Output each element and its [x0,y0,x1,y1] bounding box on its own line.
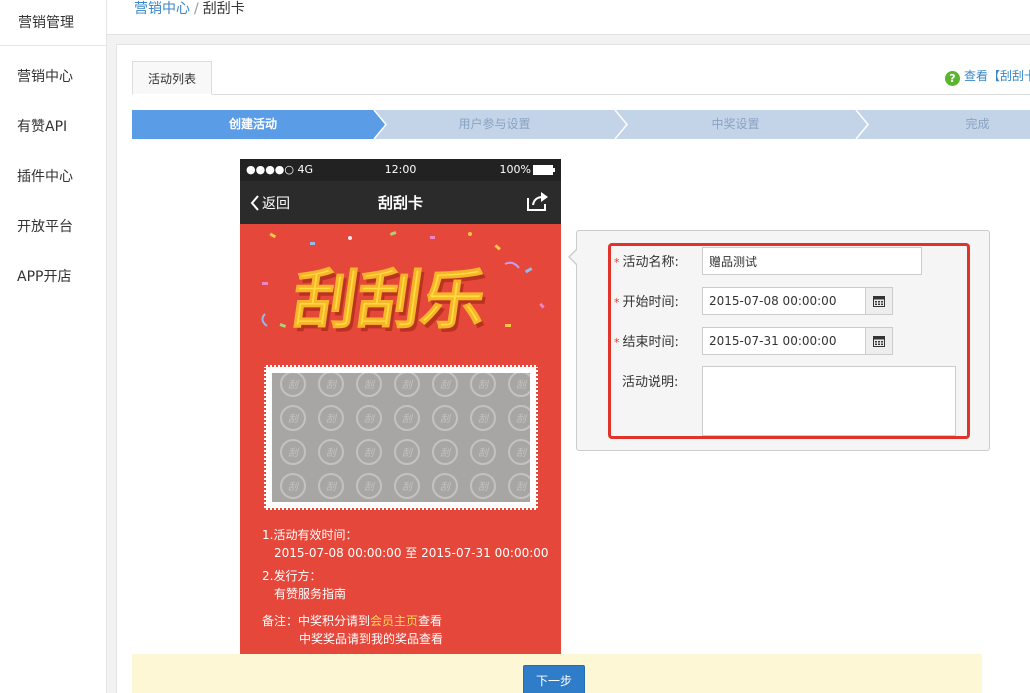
sidebar-header: 营销管理 [0,0,106,46]
tab-activity-list[interactable]: 活动列表 [132,61,212,95]
tab-divider [132,94,1030,95]
description-label: 活动说明: [622,375,679,390]
breadcrumb: 营销中心 / 刮刮卡 [107,0,1030,35]
step-participation-settings: 用户参与设置 [458,117,531,131]
battery-icon [533,165,555,178]
activity-name-label: * 活动名称: [614,255,679,270]
member-home-link[interactable]: 会员主页 [370,614,418,628]
info-period-value: 2015-07-08 00:00:00 至 2015-07-31 00:00:0… [274,546,549,560]
sidebar-item-marketing-center[interactable]: 营销中心 [0,46,106,96]
info-issuer-title: 2.发行方： [262,569,322,583]
scratch-coating: 刮 [272,373,530,502]
end-time-label: * 结束时间: [614,335,679,350]
end-time-input[interactable] [702,327,866,355]
sidebar-item-plugins[interactable]: 插件中心 [0,146,106,196]
info-note-line2: 中奖奖品请到我的奖品查看 [299,632,444,646]
banner-graphic: 刮刮乐 刮刮乐 [261,231,545,342]
info-note-label: 备注： [262,614,299,628]
scratch-area[interactable]: 刮 [264,365,538,510]
popover-arrow-inner [570,249,578,265]
breadcrumb-current: 刮刮卡 [202,1,245,17]
banner-title: 刮刮乐 [288,263,490,338]
question-icon: ? [945,71,960,86]
phone-title: 刮刮卡 [377,194,423,212]
scratch-pattern: 刮 [272,373,530,502]
description-textarea[interactable] [702,366,956,436]
next-step-button[interactable]: 下一步 [523,665,585,693]
calendar-icon[interactable] [865,287,893,315]
activity-name-input[interactable] [702,247,922,275]
info-issuer: 2.发行方： 有赞服务指南 [262,567,346,603]
calendar-icon[interactable] [865,327,893,355]
battery-percent: 100% [499,163,531,176]
breadcrumb-parent[interactable]: 营销中心 [134,1,190,17]
phone-status-bar: ●●●●○ 4G 12:00 100% [240,159,561,181]
sidebar: 营销管理 营销中心 有赞API 插件中心 开放平台 APP开店 [0,0,107,693]
required-mark: * [614,296,620,309]
info-period: 1.活动有效时间： 2015-07-08 00:00:00 至 2015-07-… [262,526,549,562]
start-time-label: * 开始时间: [614,295,679,310]
phone-preview: ●●●●○ 4G 12:00 100% 返回 刮刮卡 刮刮乐 刮刮乐 1.活动有… [240,159,561,659]
step-create-activity: 创建活动 [228,117,277,131]
sidebar-item-api[interactable]: 有赞API [0,96,106,146]
share-icon[interactable] [525,190,549,216]
info-note: 备注：中奖积分请到会员主页查看 中奖奖品请到我的奖品查看 [262,612,443,648]
step-progress: 创建活动 用户参与设置 中奖设置 完成 [132,110,1030,139]
phone-nav-bar: 返回 刮刮卡 [240,181,561,224]
required-mark: * [614,336,620,349]
help-link-text: 查看【刮刮卡 [964,69,1030,83]
sidebar-item-open-platform[interactable]: 开放平台 [0,196,106,246]
info-note-line1-prefix: 中奖积分请到 [298,614,371,628]
sidebar-item-app-store[interactable]: APP开店 [0,246,106,296]
required-mark: * [614,256,620,269]
info-period-title: 1.活动有效时间： [262,528,358,542]
breadcrumb-separator: / [194,1,199,17]
info-note-line1-suffix: 查看 [418,614,443,628]
start-time-input[interactable] [702,287,866,315]
step-complete: 完成 [965,117,990,131]
help-link[interactable]: ? 查看【刮刮卡 [945,67,1030,86]
info-issuer-value: 有赞服务指南 [274,587,347,601]
step-prize-settings: 中奖设置 [711,117,760,131]
